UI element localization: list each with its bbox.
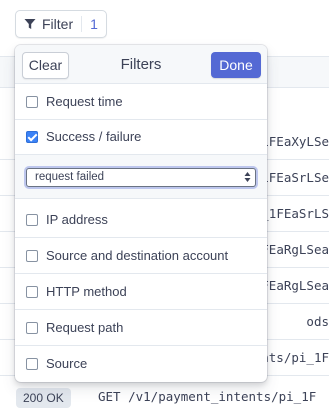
filter-option-label: Source	[46, 356, 88, 371]
checkbox[interactable]	[26, 358, 38, 370]
request-path: FEaRgLSea	[261, 242, 329, 257]
request-path: FEaRgLSea	[261, 278, 329, 293]
filter-option-request-path[interactable]: Request path	[15, 310, 267, 346]
active-filter-count: 1	[90, 16, 98, 32]
checkbox[interactable]	[26, 96, 38, 108]
checkbox[interactable]	[26, 322, 38, 334]
filter-option-label: IP address	[46, 212, 108, 227]
funnel-icon	[24, 19, 36, 29]
checkbox[interactable]	[26, 250, 38, 262]
filter-option-label: Request time	[46, 94, 123, 109]
filter-option-source-destination-account[interactable]: Source and destination account	[15, 238, 267, 274]
checkbox-checked[interactable]	[26, 131, 38, 143]
status-badge: 200 OK	[16, 388, 71, 408]
filter-option-source[interactable]: Source	[15, 346, 267, 382]
filter-option-label: HTTP method	[46, 284, 127, 299]
done-button[interactable]: Done	[211, 52, 261, 78]
filter-option-label: Source and destination account	[46, 248, 229, 263]
checkbox[interactable]	[26, 286, 38, 298]
filters-panel: Clear Filters Done Request time Success …	[15, 45, 267, 382]
filter-option-success-failure[interactable]: Success / failure	[15, 119, 267, 155]
outcome-select-value: request failed	[35, 171, 105, 183]
outcome-select[interactable]: request failed	[26, 168, 256, 187]
select-arrows-icon	[244, 172, 251, 182]
checkbox[interactable]	[26, 214, 38, 226]
request-path: _1FEaSrLS	[261, 206, 329, 221]
filter-option-label: Success / failure	[46, 129, 142, 144]
request-path: ods	[306, 314, 329, 329]
filter-option-label: Request path	[46, 320, 124, 335]
filter-option-request-time[interactable]: Request time	[15, 84, 267, 120]
outcome-select-container: request failed	[15, 155, 267, 199]
filter-button[interactable]: Filter 1	[15, 10, 107, 38]
clear-button[interactable]: Clear	[22, 52, 69, 79]
table-row[interactable]: 200 OK GET /v1/payment_intents/pi_1F	[0, 380, 329, 416]
filters-panel-header: Clear Filters Done	[15, 45, 267, 84]
divider	[81, 16, 83, 32]
filter-button-label: Filter	[42, 16, 74, 32]
filter-option-ip-address[interactable]: IP address	[15, 202, 267, 238]
filter-option-http-method[interactable]: HTTP method	[15, 274, 267, 310]
request-path: GET /v1/payment_intents/pi_1F	[98, 389, 317, 404]
